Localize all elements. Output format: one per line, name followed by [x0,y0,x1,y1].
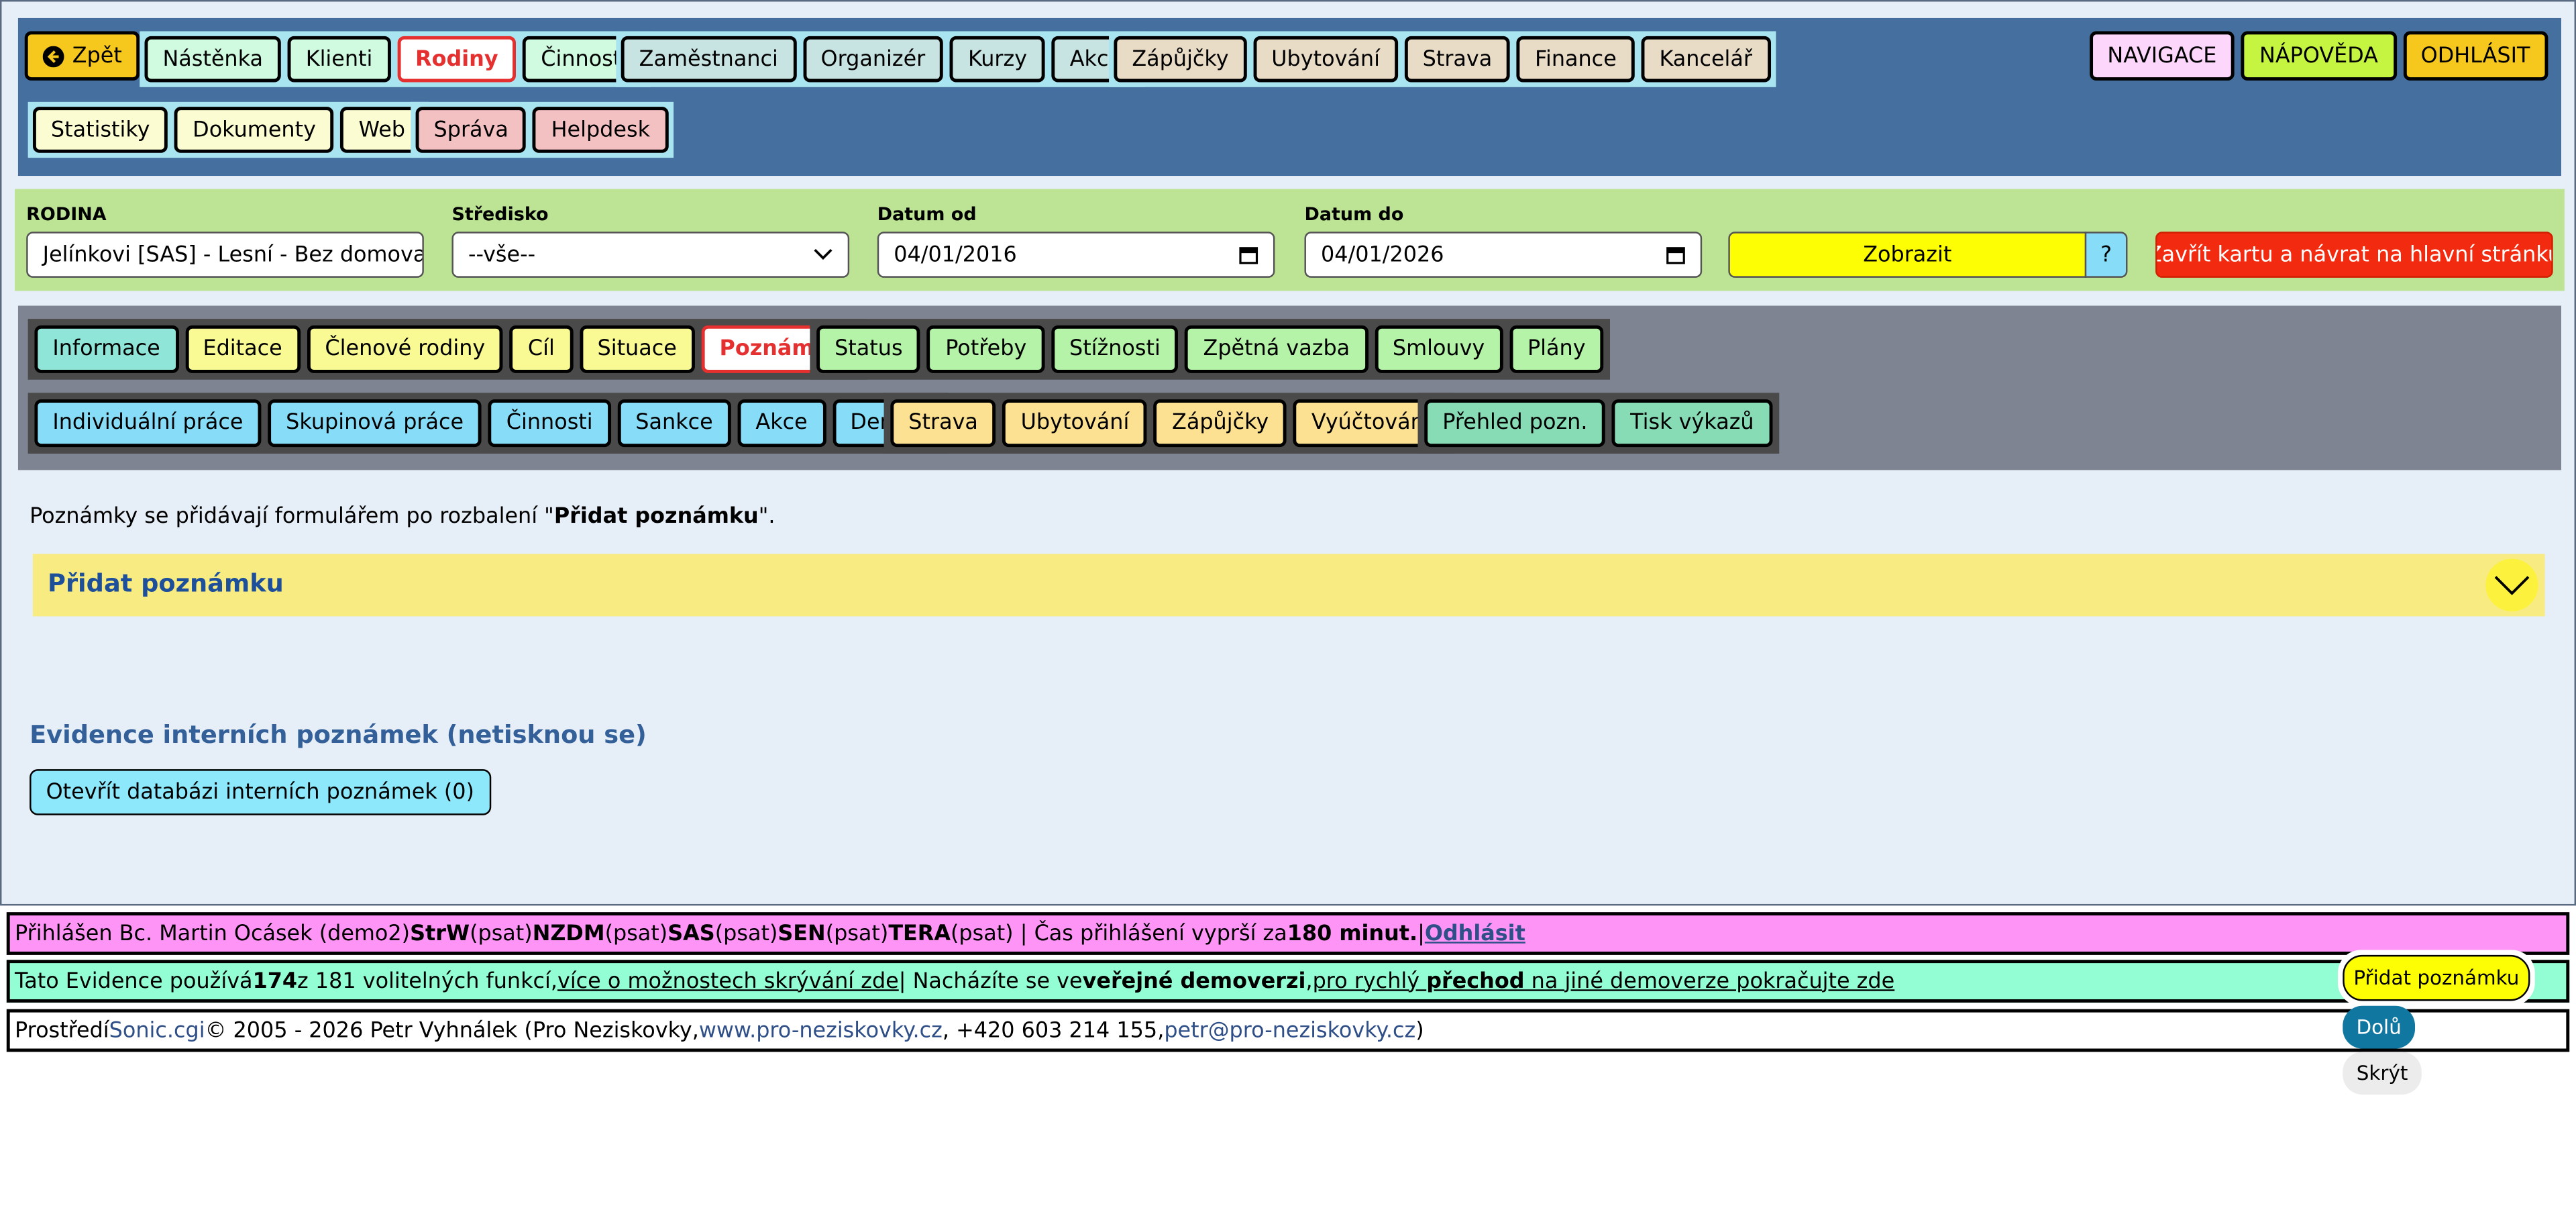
nav-rodiny[interactable]: Rodiny [397,36,517,83]
footer-logout-link[interactable]: Odhlásit [1425,921,1525,946]
nav-nastenka[interactable]: Nástěnka [144,36,281,83]
nav-zapujcky[interactable]: Zápůjčky [1114,36,1247,83]
navigation-button[interactable]: NAVIGACE [2089,31,2235,81]
internal-notes-title: Evidence interních poznámek (netisknou s… [30,719,647,750]
accordion-toggle[interactable] [2485,558,2538,612]
features-bar: Tato Evidence používá 174 z 181 voliteln… [6,960,2570,1003]
tab-ubytovani[interactable]: Ubytování [1002,399,1148,448]
tab-smlouvy[interactable]: Smlouvy [1374,325,1503,373]
login-bar: Přihlášen Bc. Martin Ocásek (demo2) StrW… [6,912,2570,955]
nav-ubytovani[interactable]: Ubytování [1253,36,1398,83]
center-select-value: --vše-- [468,242,536,267]
email-link[interactable]: petr@pro-neziskovky.cz [1164,1018,1415,1043]
arrow-left-circle-icon [42,45,64,67]
other-demos-link[interactable]: pro rychlý přechod na jiné demoverze pok… [1313,969,1895,994]
nav-statistiky[interactable]: Statistiky [32,107,168,153]
date-to-label: Datum do [1304,203,1404,225]
tabs-group-work: Individuální práce Skupinová práce Činno… [28,393,949,454]
tab-cinnosti[interactable]: Činnosti [488,399,611,448]
tab-situace[interactable]: Situace [579,325,695,373]
nav-sprava[interactable]: Správa [415,107,527,153]
nav-helpdesk[interactable]: Helpdesk [533,107,668,153]
center-label: Středisko [451,203,549,225]
nav-group-admin: Správa Helpdesk [411,101,674,158]
tab-plany[interactable]: Plány [1509,325,1604,373]
back-button[interactable]: Zpět [24,31,140,81]
nav-group-staff: Zaměstnanci Organizér Kurzy Akce [616,31,1145,87]
tab-sankce[interactable]: Sankce [617,399,731,448]
date-to-input[interactable]: 04/01/2026 [1304,232,1703,278]
back-group: Zpět [24,31,140,81]
nav-zamestnanci[interactable]: Zaměstnanci [621,36,796,83]
tab-editace[interactable]: Editace [184,325,301,373]
nav-kurzy[interactable]: Kurzy [950,36,1046,83]
tab-cil[interactable]: Cíl [509,325,573,373]
show-help-button[interactable]: ? [2084,232,2128,278]
family-label: RODINA [26,203,107,225]
calendar-icon [1239,247,1258,264]
nav-organizer[interactable]: Organizér [802,36,944,83]
show-button[interactable]: Zobrazit [1728,232,2087,278]
tab-status[interactable]: Status [816,325,921,373]
tab-akce[interactable]: Akce [737,399,826,448]
date-from-label: Datum od [877,203,977,225]
open-internal-notes-button[interactable]: Otevřít databázi interních poznámek (0) [30,769,491,815]
nav-finance[interactable]: Finance [1517,36,1635,83]
family-input[interactable]: Jelínkovi [SAS] - Lesní - Bez domova [26,232,424,278]
date-from-input[interactable]: 04/01/2016 [877,232,1275,278]
tab-clenove-rodiny[interactable]: Členové rodiny [307,325,504,373]
chevron-down-icon [814,248,833,260]
logout-button[interactable]: ODHLÁSIT [2402,31,2548,81]
hide-features-link[interactable]: více o možnostech skrývání zde [557,969,899,994]
nav-klienti[interactable]: Klienti [287,36,391,83]
tab-potreby[interactable]: Potřeby [927,325,1045,373]
tab-tisk-vykazu[interactable]: Tisk výkazů [1612,399,1772,448]
floating-add-note-button[interactable]: Přidat poznámku [2343,954,2530,1001]
filter-bar: RODINA Jelínkovi [SAS] - Lesní - Bez dom… [15,189,2565,291]
tab-zpetna-vazba[interactable]: Zpětná vazba [1185,325,1368,373]
tabs-group-reports: Přehled pozn. Tisk výkazů [1417,393,1779,454]
date-to-value: 04/01/2026 [1320,242,1444,267]
accordion-title: Přidat poznámku [48,568,284,599]
floating-down-button[interactable]: Dolů [2343,1005,2416,1049]
nav-group-main: Nástěnka Klienti Rodiny Činnosti [140,31,651,87]
nav-group-reports: Statistiky Dokumenty Web [28,101,429,158]
tabs-group-info: Informace Editace Členové rodiny Cíl Sit… [28,319,867,380]
record-tabs: Informace Editace Členové rodiny Cíl Sit… [17,305,2561,470]
center-select[interactable]: --vše-- [451,232,850,278]
copyright-bar: Prostředí Sonic.cgi © 2005 - 2026 Petr V… [6,1009,2570,1052]
website-link[interactable]: www.pro-neziskovky.cz [699,1018,943,1043]
nav-strava[interactable]: Strava [1404,36,1511,83]
nav-group-right: NAVIGACE NÁPOVĚDA ODHLÁSIT [2089,31,2548,81]
tab-stiznosti[interactable]: Stížnosti [1051,325,1179,373]
main-frame: Zpět Nástěnka Klienti Rodiny Činnosti Za… [0,0,2576,906]
tab-zapujcky[interactable]: Zápůjčky [1154,399,1287,448]
tabs-group-status: Status Potřeby Stížnosti Zpětná vazba Sm… [810,319,1611,380]
tab-prehled-pozn[interactable]: Přehled pozn. [1424,399,1606,448]
nav-dokumenty[interactable]: Dokumenty [174,107,334,153]
add-note-accordion[interactable]: Přidat poznámku [32,554,2545,617]
tab-skupinova-prace[interactable]: Skupinová práce [268,399,482,448]
tab-individualni-prace[interactable]: Individuální práce [34,399,262,448]
date-from-value: 04/01/2016 [894,242,1017,267]
nav-group-services: Zápůjčky Ubytování Strava Finance Kancel… [1109,31,1776,87]
close-card-button[interactable]: Zavřít kartu a návrat na hlavní stránku [2155,232,2553,278]
notes-intro: Poznámky se přidávají formulářem po rozb… [30,504,775,530]
tabs-group-services: Strava Ubytování Zápůjčky Vyúčtování [883,393,1455,454]
calendar-icon [1666,247,1685,264]
top-navigation: Zpět Nástěnka Klienti Rodiny Činnosti Za… [17,17,2561,177]
nav-kancelar[interactable]: Kancelář [1641,36,1770,83]
tab-informace[interactable]: Informace [34,325,178,373]
chevron-down-icon [2494,576,2530,595]
back-label: Zpět [72,43,122,68]
help-button[interactable]: NÁPOVĚDA [2241,31,2396,81]
sonic-link[interactable]: Sonic.cgi [109,1018,205,1043]
floating-hide-button[interactable]: Skrýt [2343,1052,2422,1095]
tab-strava[interactable]: Strava [890,399,996,448]
